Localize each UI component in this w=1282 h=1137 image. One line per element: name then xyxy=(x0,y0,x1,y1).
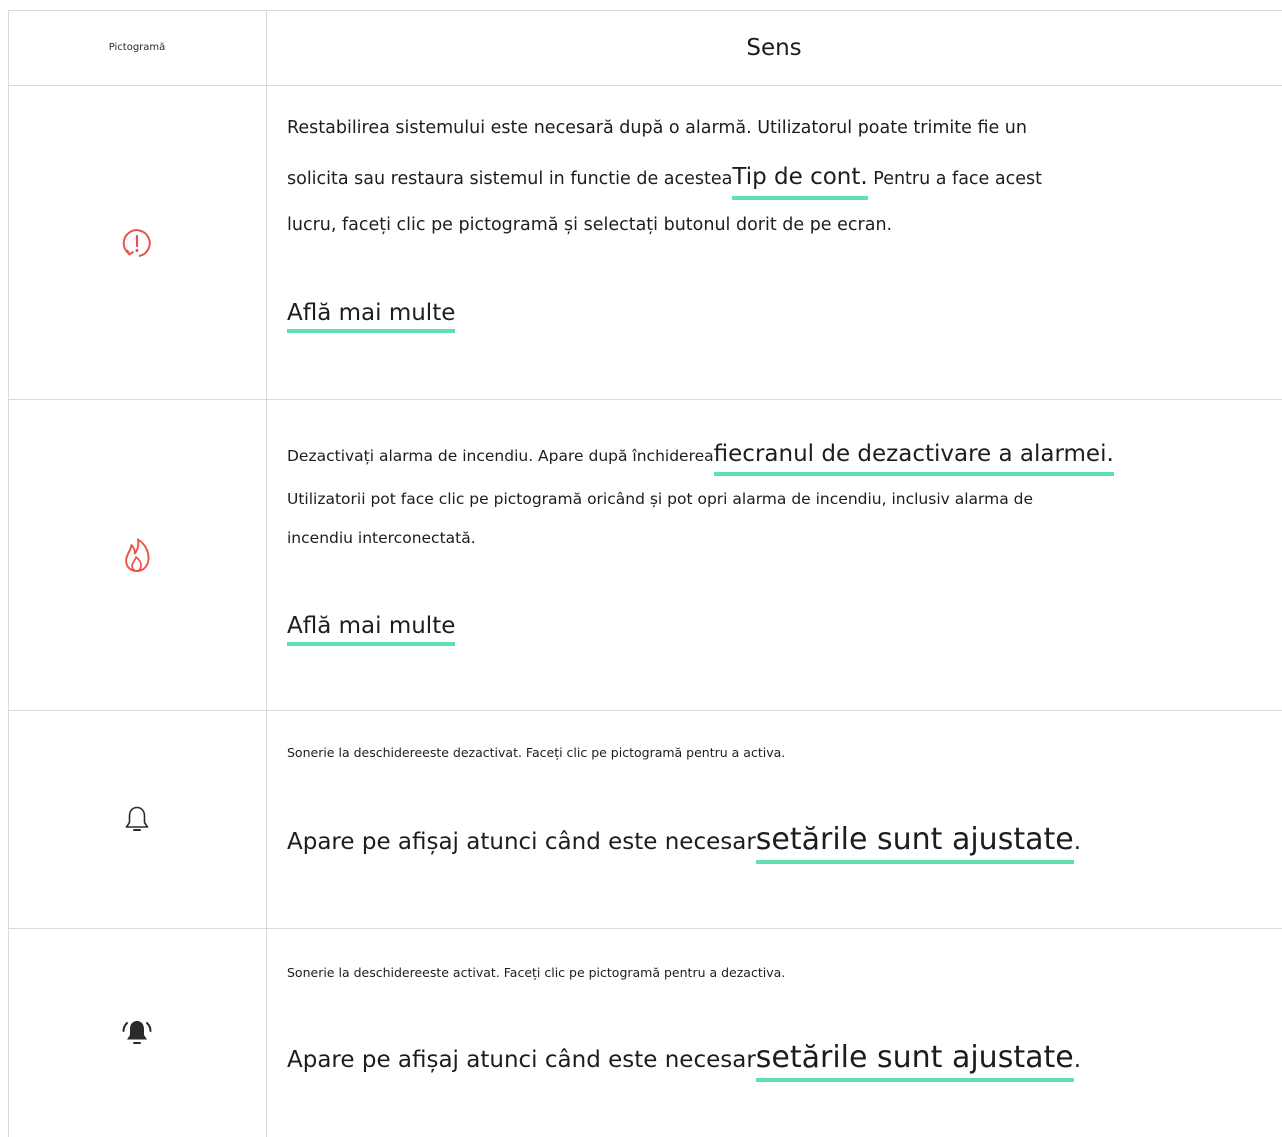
table-row-icon-cell xyxy=(8,86,266,399)
settings-adjusted-link[interactable]: setările sunt ajustate xyxy=(755,822,1074,864)
row-description-line: Utilizatorii pot face clic pe pictogramă… xyxy=(287,490,1034,508)
learn-more-link[interactable]: Află mai multe xyxy=(287,613,456,646)
column-divider xyxy=(266,10,267,1137)
row-description-line: Apare pe afișaj atunci când este necesar… xyxy=(287,822,1082,864)
table-row-icon-cell xyxy=(8,400,266,710)
bell-ringing-icon xyxy=(122,1021,152,1044)
header-meaning-column: Sens xyxy=(746,34,802,61)
header-icon-column: Pictogramă xyxy=(108,42,166,53)
alarm-restore-icon xyxy=(122,228,151,257)
row-description-line: Apare pe afișaj atunci când este necesar… xyxy=(287,1040,1082,1082)
table-row-icon-cell xyxy=(8,711,266,928)
icons-table: Pictogramă Sens Restabilirea sistemului … xyxy=(8,10,1282,1137)
row-description-line: incendiu interconectată. xyxy=(287,529,476,547)
settings-adjusted-link[interactable]: setările sunt ajustate xyxy=(755,1040,1074,1082)
row-description-line: Sonerie la deschidereeste activat. Faceț… xyxy=(287,965,786,980)
row-description-line: Restabilirea sistemului este necesară du… xyxy=(287,118,1027,138)
learn-more-link[interactable]: Află mai multe xyxy=(287,300,456,333)
account-type-link[interactable]: Tip de cont. xyxy=(732,162,869,200)
row-description-line: Sonerie la deschidereeste dezactivat. Fa… xyxy=(287,745,786,760)
row-description-line: solicita sau restaura sistemul in functi… xyxy=(287,162,1042,200)
row-description-line: lucru, faceți clic pe pictogramă și sele… xyxy=(287,215,893,235)
bell-icon xyxy=(125,806,149,831)
fire-icon xyxy=(125,538,150,572)
table-row-icon-cell xyxy=(8,929,266,1137)
row-description-line: Dezactivați alarma de incendiu. Apare du… xyxy=(287,439,1114,476)
alarm-deactivation-screen-link[interactable]: fiecranul de dezactivare a alarmei. xyxy=(713,439,1114,476)
